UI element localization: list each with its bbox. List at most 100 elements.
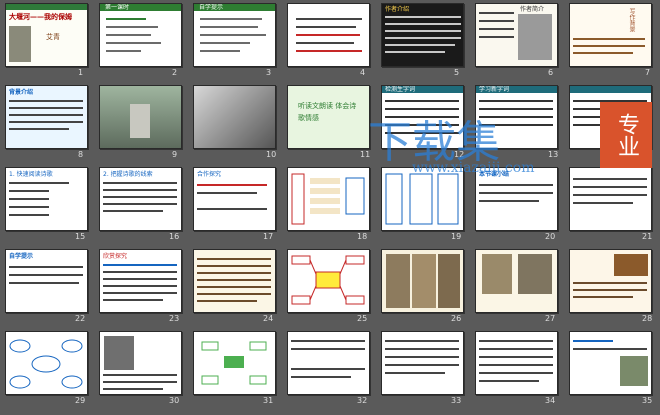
slide-number: 16 bbox=[169, 232, 180, 241]
text-line bbox=[479, 116, 553, 118]
slide-30[interactable] bbox=[99, 331, 182, 395]
slide-26[interactable] bbox=[381, 249, 464, 313]
slide-5[interactable]: 作者介绍 bbox=[381, 3, 464, 67]
slide-number: 23 bbox=[169, 314, 180, 323]
slide-title: 自学提示 bbox=[199, 4, 224, 11]
text-line bbox=[573, 116, 647, 118]
slide-number: 6 bbox=[548, 68, 554, 77]
slide-21[interactable] bbox=[569, 167, 652, 231]
text-line bbox=[479, 12, 514, 14]
text-line bbox=[197, 258, 271, 260]
slide-14[interactable] bbox=[569, 85, 652, 149]
text-line bbox=[385, 340, 459, 342]
slide-11[interactable]: 听读文朗读 体会诗歌情感 bbox=[287, 85, 370, 149]
text-line bbox=[9, 107, 83, 109]
tombstone-image bbox=[130, 104, 150, 138]
text-line bbox=[9, 100, 83, 102]
slide-35[interactable] bbox=[569, 331, 652, 395]
text-line bbox=[106, 26, 158, 28]
slide-title: 作者介绍 bbox=[385, 6, 410, 13]
slide-3[interactable]: 自学提示 bbox=[193, 3, 276, 67]
slide-8[interactable]: 背景介绍 bbox=[5, 85, 88, 149]
slide-12[interactable]: 检测生字词 bbox=[381, 85, 464, 149]
text-line bbox=[385, 108, 459, 110]
slide-number: 3 bbox=[266, 68, 272, 77]
slide-number: 33 bbox=[451, 396, 462, 405]
slide-20[interactable]: 本节课小结 bbox=[475, 167, 558, 231]
slide-13[interactable]: 学习新字词 bbox=[475, 85, 558, 149]
slide-15[interactable]: 1. 快速阅读诗歌 bbox=[5, 167, 88, 231]
slide-number: 5 bbox=[454, 68, 460, 77]
slide-title: 听读文朗读 体会诗歌情感 bbox=[298, 102, 357, 122]
slide-22[interactable]: 自学提示 bbox=[5, 249, 88, 313]
flow-diagram bbox=[291, 173, 365, 225]
slide-number: 24 bbox=[263, 314, 274, 323]
slide-header-bar bbox=[570, 86, 651, 93]
slide-1[interactable]: 大堰河——我的保姆 艾青 bbox=[5, 3, 88, 67]
text-line bbox=[479, 340, 553, 342]
slide-10[interactable] bbox=[193, 85, 276, 149]
slide-25[interactable] bbox=[287, 249, 370, 313]
text-line bbox=[296, 26, 356, 28]
slide-number: 8 bbox=[78, 150, 84, 159]
slide-29[interactable] bbox=[5, 331, 88, 395]
slide-6[interactable]: 作者简介 bbox=[475, 3, 558, 67]
photo-image bbox=[620, 356, 648, 386]
slide-number: 35 bbox=[642, 396, 653, 405]
concept-diagram bbox=[9, 339, 83, 389]
slide-title: 本节课小结 bbox=[479, 171, 510, 178]
slide-number: 9 bbox=[172, 150, 178, 159]
painting-image bbox=[438, 254, 460, 308]
text-line bbox=[9, 190, 49, 192]
slide-24[interactable] bbox=[193, 249, 276, 313]
slide-number: 10 bbox=[266, 150, 277, 159]
slide-7[interactable]: 写作背景 bbox=[569, 3, 652, 67]
slide-34[interactable] bbox=[475, 331, 558, 395]
text-line bbox=[573, 340, 613, 342]
text-line bbox=[385, 348, 459, 350]
text-line bbox=[479, 348, 553, 350]
text-line bbox=[103, 203, 177, 205]
slide-number: 7 bbox=[645, 68, 651, 77]
text-line bbox=[103, 189, 177, 191]
text-line bbox=[106, 42, 161, 44]
text-line bbox=[573, 45, 645, 47]
text-line bbox=[573, 348, 647, 350]
slide-17[interactable]: 合作探究 bbox=[193, 167, 276, 231]
slide-28[interactable] bbox=[569, 249, 652, 313]
text-line bbox=[103, 374, 177, 376]
text-line bbox=[197, 265, 271, 267]
structure-diagram bbox=[385, 173, 459, 225]
slide-number: 27 bbox=[545, 314, 556, 323]
slide-2[interactable]: 第一课时 bbox=[99, 3, 182, 67]
text-line bbox=[9, 198, 49, 200]
slide-16[interactable]: 2. 把握诗歌的线索 bbox=[99, 167, 182, 231]
text-line bbox=[385, 364, 459, 366]
slide-number: 17 bbox=[263, 232, 274, 241]
slide-number: 34 bbox=[545, 396, 556, 405]
slide-18[interactable] bbox=[287, 167, 370, 231]
cycle-diagram bbox=[201, 341, 267, 385]
text-line bbox=[9, 274, 83, 276]
text-line bbox=[291, 348, 365, 350]
text-line bbox=[573, 194, 647, 196]
text-line bbox=[9, 121, 83, 123]
slide-title: 学习新字词 bbox=[479, 86, 510, 93]
slide-number: 31 bbox=[263, 396, 274, 405]
slide-number: 28 bbox=[642, 314, 653, 323]
mind-map-diagram bbox=[291, 255, 365, 305]
slide-27[interactable] bbox=[475, 249, 558, 313]
slide-9[interactable] bbox=[99, 85, 182, 149]
text-line bbox=[197, 286, 271, 288]
text-line bbox=[197, 208, 267, 210]
slide-33[interactable] bbox=[381, 331, 464, 395]
slide-4[interactable] bbox=[287, 3, 370, 67]
text-line bbox=[197, 300, 257, 302]
slide-23[interactable]: 欣赏探究 bbox=[99, 249, 182, 313]
text-line bbox=[479, 28, 514, 30]
slide-32[interactable] bbox=[287, 331, 370, 395]
text-line bbox=[479, 192, 553, 194]
slide-31[interactable] bbox=[193, 331, 276, 395]
text-line bbox=[9, 128, 69, 130]
slide-19[interactable] bbox=[381, 167, 464, 231]
